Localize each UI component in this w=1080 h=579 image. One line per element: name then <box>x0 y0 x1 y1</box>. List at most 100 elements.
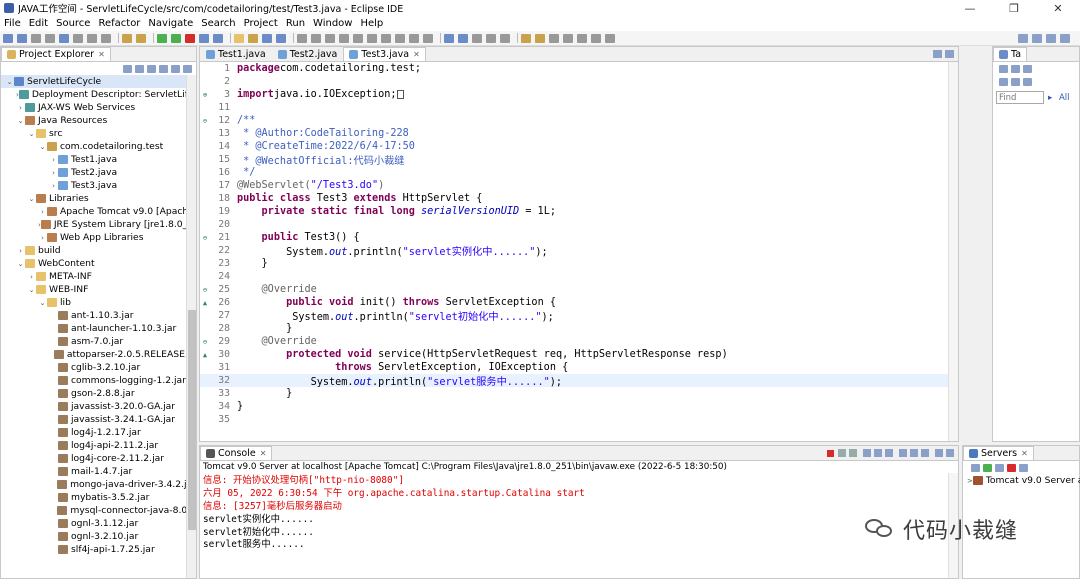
folded-import-box[interactable] <box>397 89 405 99</box>
toolbar-icon[interactable] <box>563 33 573 43</box>
new-task-icon[interactable] <box>999 64 1008 73</box>
chevron-down-icon[interactable]: ⌄ <box>16 260 25 268</box>
java-perspective-icon[interactable] <box>1060 34 1070 43</box>
toolbar-icon[interactable] <box>325 33 335 43</box>
minimize-view-icon[interactable] <box>935 449 943 457</box>
toolbar-icon[interactable] <box>213 33 223 43</box>
menu-help[interactable]: Help <box>360 18 383 29</box>
code-area[interactable]: 1 packagecom.codetailoring.test; 2 ⊕ 3 import… <box>200 62 958 441</box>
tree-item[interactable]: › META-INF <box>1 270 196 283</box>
tree-item[interactable]: › Deployment Descriptor: ServletLifec <box>1 88 196 101</box>
tree-item[interactable]: log4j-1.2.17.jar <box>1 426 196 439</box>
close-icon[interactable]: ✕ <box>1021 449 1028 458</box>
sync-icon[interactable] <box>1011 77 1020 86</box>
code-line[interactable]: ▲ 30 protected void service(HttpServletRe… <box>200 348 958 361</box>
toolbar-icon[interactable] <box>185 33 195 43</box>
scroll-lock-icon[interactable] <box>874 449 882 457</box>
code-line[interactable]: ⊖ 29 @Override <box>200 335 958 348</box>
toolbar-icon[interactable] <box>45 33 55 43</box>
pin-console-icon[interactable] <box>899 449 907 457</box>
find-input[interactable] <box>996 91 1044 104</box>
stop-server-icon[interactable] <box>1007 463 1016 472</box>
chevron-down-icon[interactable]: ⌄ <box>27 286 36 294</box>
profile-server-icon[interactable] <box>995 463 1004 472</box>
tree-item[interactable]: ⌄ WebContent <box>1 257 196 270</box>
menu-window[interactable]: Window <box>313 18 352 29</box>
fold-marker-icon[interactable]: ⊖ <box>200 338 210 346</box>
toolbar-icon[interactable] <box>500 33 510 43</box>
tree-item[interactable]: slf4j-api-1.7.25.jar <box>1 543 196 556</box>
collapse-all-icon[interactable] <box>123 64 132 73</box>
toolbar-icon[interactable] <box>591 33 601 43</box>
toolbar-icon[interactable] <box>353 33 363 43</box>
tree-item[interactable]: ⌄ Libraries <box>1 192 196 205</box>
code-line[interactable]: 18 public class Test3 extends HttpServlet… <box>200 192 958 205</box>
code-line[interactable]: 16 */ <box>200 166 958 179</box>
tree-item[interactable]: mongo-java-driver-3.4.2.jar <box>1 478 196 491</box>
word-wrap-icon[interactable] <box>885 449 893 457</box>
toolbar-icon[interactable] <box>276 33 286 43</box>
tab-test3-java[interactable]: Test3.java ✕ <box>343 47 426 61</box>
code-line[interactable]: ⊖ 12 /** <box>200 114 958 127</box>
fold-marker-icon[interactable]: ⊖ <box>200 117 210 125</box>
all-filter[interactable]: ▸ All <box>1048 93 1070 103</box>
toolbar-icon[interactable] <box>444 33 454 43</box>
tab-project-explorer[interactable]: Project Explorer ✕ <box>1 47 111 61</box>
fold-marker-icon[interactable]: ▲ <box>200 299 210 307</box>
tab-console[interactable]: Console ✕ <box>200 446 273 460</box>
tree-item[interactable]: › Test2.java <box>1 166 196 179</box>
expand-arrow-icon[interactable]: > <box>967 477 973 485</box>
toolbar-icon[interactable] <box>3 33 13 43</box>
start-server-icon[interactable] <box>983 463 992 472</box>
menu-search[interactable]: Search <box>201 18 235 29</box>
chevron-right-icon[interactable]: › <box>27 273 36 281</box>
toolbar-icon[interactable] <box>311 33 321 43</box>
code-line[interactable]: 20 <box>200 218 958 231</box>
toolbar-icon[interactable] <box>297 33 307 43</box>
toolbar-icon[interactable] <box>535 33 545 43</box>
tree-item[interactable]: ognl-3.2.10.jar <box>1 530 196 543</box>
code-line[interactable]: ⊕ 3 importjava.io.IOException; <box>200 88 958 101</box>
toolbar-icon[interactable] <box>73 33 83 43</box>
chevron-right-icon[interactable]: › <box>38 208 47 216</box>
code-line[interactable]: 1 packagecom.codetailoring.test; <box>200 62 958 75</box>
toolbar-icon[interactable] <box>171 33 181 43</box>
chevron-right-icon[interactable]: › <box>16 247 25 255</box>
server-item[interactable]: > Tomcat v9.0 Server at <box>963 474 1080 487</box>
tab-servers[interactable]: Servers ✕ <box>963 446 1034 460</box>
tree-item[interactable]: › Web App Libraries <box>1 231 196 244</box>
code-line[interactable]: 34} <box>200 400 958 413</box>
chevron-down-icon[interactable]: ⌄ <box>38 143 47 151</box>
toolbar-icon[interactable] <box>381 33 391 43</box>
toolbar-icon[interactable] <box>423 33 433 43</box>
filter-icon[interactable] <box>1011 64 1020 73</box>
fold-marker-icon[interactable]: ⊖ <box>200 234 210 242</box>
code-line[interactable]: 33 } <box>200 387 958 400</box>
maximize-view-icon[interactable] <box>183 64 192 73</box>
code-line[interactable]: 19 private static final long serialVersi… <box>200 205 958 218</box>
open-console-icon[interactable] <box>921 449 929 457</box>
maximize-view-icon[interactable] <box>946 449 954 457</box>
tree-item[interactable]: ⌄ src <box>1 127 196 140</box>
chevron-right-icon[interactable]: › <box>49 169 58 177</box>
tree-item[interactable]: › Test1.java <box>1 153 196 166</box>
close-button[interactable]: ✕ <box>1036 2 1080 15</box>
chevron-right-icon[interactable]: › <box>49 156 58 164</box>
explorer-scrollbar[interactable] <box>186 75 196 578</box>
collapse-icon[interactable] <box>1023 64 1032 73</box>
tree-item[interactable]: javassist-3.24.1-GA.jar <box>1 413 196 426</box>
toolbar-icon[interactable] <box>395 33 405 43</box>
toolbar-icon[interactable] <box>17 33 27 43</box>
toolbar-icon[interactable] <box>486 33 496 43</box>
toolbar-icon[interactable] <box>157 33 167 43</box>
menu-refactor[interactable]: Refactor <box>98 18 140 29</box>
tree-item[interactable]: ant-launcher-1.10.3.jar <box>1 322 196 335</box>
tree-item[interactable]: mybatis-3.5.2.jar <box>1 491 196 504</box>
tree-item[interactable]: ⌄ WEB-INF <box>1 283 196 296</box>
toolbar-icon[interactable] <box>262 33 272 43</box>
code-line[interactable]: 28 } <box>200 322 958 335</box>
tree-item[interactable]: attoparser-2.0.5.RELEASE.ja <box>1 348 196 361</box>
toolbar-icon[interactable] <box>31 33 41 43</box>
scroll-thumb[interactable] <box>188 310 196 530</box>
minimize-button[interactable]: — <box>948 2 992 15</box>
